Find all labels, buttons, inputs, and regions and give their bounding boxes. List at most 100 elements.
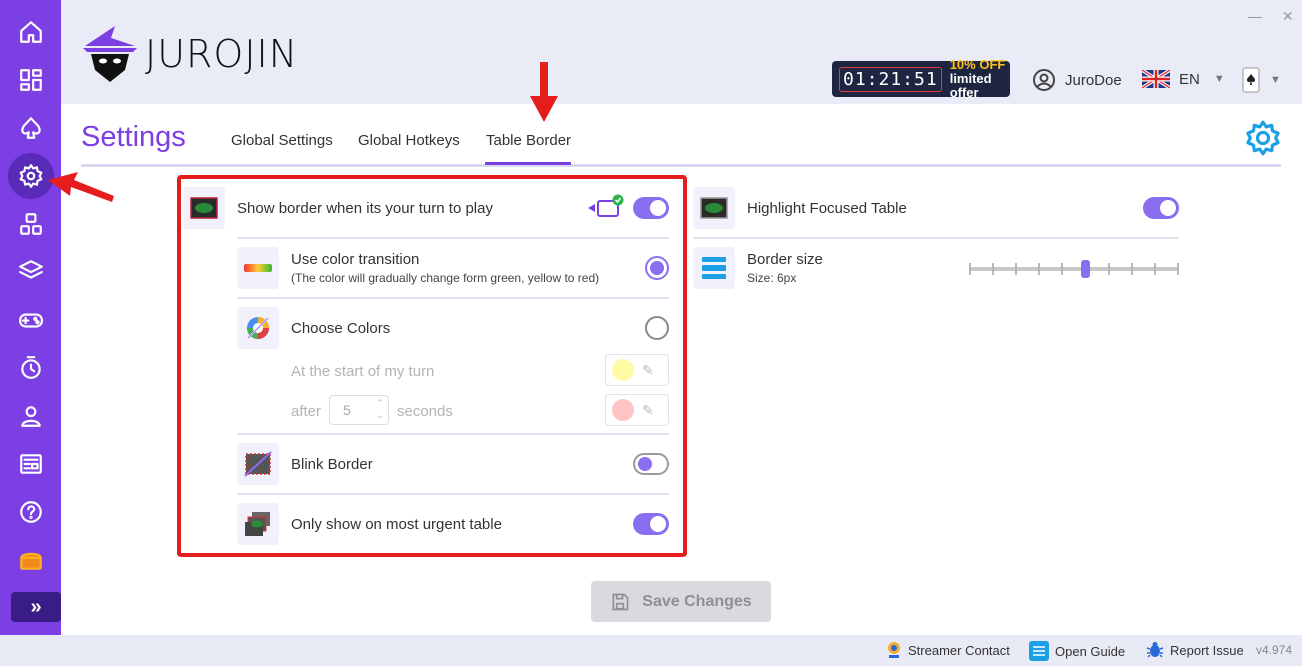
slider-tick: [1108, 263, 1110, 275]
highlight-focused-toggle[interactable]: [1143, 197, 1179, 219]
sidebar-item-poker[interactable]: [8, 106, 54, 150]
color-transition-desc: (The color will gradually change form gr…: [291, 271, 600, 285]
chevron-down-icon: ▼: [1270, 74, 1281, 86]
main-content: Settings Global Settings Global Hotkeys …: [61, 104, 1302, 635]
slider-tick: [1154, 263, 1156, 275]
streamer-contact-link[interactable]: Streamer Contact: [886, 641, 1010, 659]
choose-colors-row: Choose Colors: [237, 307, 390, 349]
card-menu[interactable]: ▼: [1242, 67, 1281, 93]
pencil-icon: ✎: [642, 361, 654, 378]
uk-flag-icon: [1142, 70, 1170, 88]
sidebar-item-layers[interactable]: [8, 249, 54, 293]
settings-gear-button[interactable]: [1244, 119, 1282, 162]
divider: [693, 237, 1179, 239]
spinner-arrows-icon[interactable]: ⌃ ⌄: [376, 397, 384, 421]
divider: [237, 297, 669, 299]
urgent-table-toggle[interactable]: [633, 513, 669, 535]
tab-global-hotkeys[interactable]: Global Hotkeys: [358, 132, 460, 149]
border-size-slider[interactable]: [969, 260, 1179, 278]
treasure-chest-icon: [20, 552, 42, 570]
end-color-picker[interactable]: ✎: [605, 394, 669, 426]
open-guide-link[interactable]: Open Guide: [1028, 640, 1125, 662]
highlight-focused-label: Highlight Focused Table: [747, 199, 907, 217]
show-border-toggle[interactable]: [633, 197, 669, 219]
slider-tick: [992, 263, 994, 275]
color-transition-label: Use color transition: [291, 251, 420, 268]
guide-icon: [1029, 641, 1049, 661]
choose-colors-radio[interactable]: [645, 316, 669, 340]
stacked-tables-icon: [237, 503, 279, 545]
close-button[interactable]: ✕: [1282, 8, 1294, 25]
blink-border-icon: [237, 443, 279, 485]
user-circle-icon: [1033, 69, 1055, 91]
divider: [237, 433, 669, 435]
sidebar-item-home[interactable]: [8, 10, 54, 54]
show-border-label: Show border when its your turn to play: [237, 199, 493, 217]
layers-icon: [19, 260, 43, 279]
sidebar-item-help[interactable]: [8, 490, 54, 534]
border-size-row: Border size Size: 6px: [693, 247, 823, 289]
offer-discount: 10% OFF: [949, 57, 1006, 72]
color-wheel-icon: [237, 307, 279, 349]
color-transition-radio[interactable]: [645, 256, 669, 280]
gear-icon: [1246, 120, 1280, 156]
dashboard-icon: [20, 69, 42, 91]
sidebar-item-layout[interactable]: [8, 202, 54, 246]
double-chevron-right-icon: »: [30, 595, 42, 618]
sidebar-item-dashboard[interactable]: [8, 58, 54, 102]
expand-sidebar-button[interactable]: »: [11, 592, 61, 622]
slider-tick: [1061, 263, 1063, 275]
app-name: JUROJIN: [145, 32, 299, 76]
save-disk-icon: [612, 593, 629, 610]
tab-table-border[interactable]: Table Border: [486, 132, 571, 149]
save-changes-label: Save Changes: [642, 592, 752, 610]
newspaper-icon: [20, 454, 42, 474]
after-label: after: [291, 403, 322, 420]
urgent-table-label: Only show on most urgent table: [291, 515, 502, 533]
slider-tick: [1131, 263, 1133, 275]
blink-border-row: Blink Border: [237, 443, 373, 485]
active-tab-indicator: [485, 162, 571, 165]
slider-tick: [1177, 263, 1179, 275]
seconds-value: 5: [343, 402, 351, 418]
save-changes-button[interactable]: Save Changes: [591, 581, 771, 622]
border-size-label: Border size: [747, 251, 823, 268]
highlight-focused-row: Highlight Focused Table: [693, 187, 907, 229]
language-selector[interactable]: EN ▼: [1142, 70, 1225, 88]
arrow-down-annotation: [530, 62, 558, 122]
sidebar-item-games[interactable]: [8, 298, 54, 342]
stopwatch-icon: [21, 356, 41, 379]
show-border-row: Show border when its your turn to play: [183, 187, 493, 229]
divider: [237, 237, 669, 239]
sidebar-item-news[interactable]: [8, 442, 54, 486]
app-logo: JUROJIN: [81, 24, 298, 84]
divider: [237, 493, 669, 495]
color-gradient-icon: [237, 247, 279, 289]
sidebar: »: [0, 0, 61, 635]
chevron-down-icon: ▼: [1213, 73, 1225, 85]
urgent-table-row: Only show on most urgent table: [237, 503, 502, 545]
start-turn-label: At the start of my turn: [291, 363, 435, 380]
language-code: EN: [1179, 70, 1200, 88]
slider-tick: [969, 263, 971, 275]
end-color-swatch: [612, 399, 634, 421]
sidebar-item-treasure[interactable]: [8, 538, 54, 582]
arrow-left-annotation: [48, 172, 114, 202]
user-menu[interactable]: JuroDoe: [1032, 68, 1122, 92]
seconds-label: seconds: [397, 403, 453, 420]
slider-thumb[interactable]: [1081, 260, 1090, 278]
header: JUROJIN — ✕ 01:21:51 10% OFF limited off…: [61, 0, 1302, 104]
border-turn-indicator-icon: [588, 194, 624, 217]
seconds-input[interactable]: 5 ⌃ ⌄: [329, 395, 389, 425]
sidebar-item-timer[interactable]: [8, 346, 54, 390]
minimize-button[interactable]: —: [1248, 8, 1262, 24]
sidebar-item-profile[interactable]: [8, 394, 54, 438]
report-issue-link[interactable]: Report Issue: [1145, 640, 1244, 660]
limited-offer-banner[interactable]: 01:21:51 10% OFF limited offer: [832, 57, 1010, 100]
blink-border-toggle[interactable]: [633, 453, 669, 475]
tab-global-settings[interactable]: Global Settings: [231, 132, 333, 149]
streamer-icon: [888, 642, 900, 658]
slider-tick: [1038, 263, 1040, 275]
wizard-logo-icon: [83, 26, 137, 82]
start-color-picker[interactable]: ✎: [605, 354, 669, 386]
